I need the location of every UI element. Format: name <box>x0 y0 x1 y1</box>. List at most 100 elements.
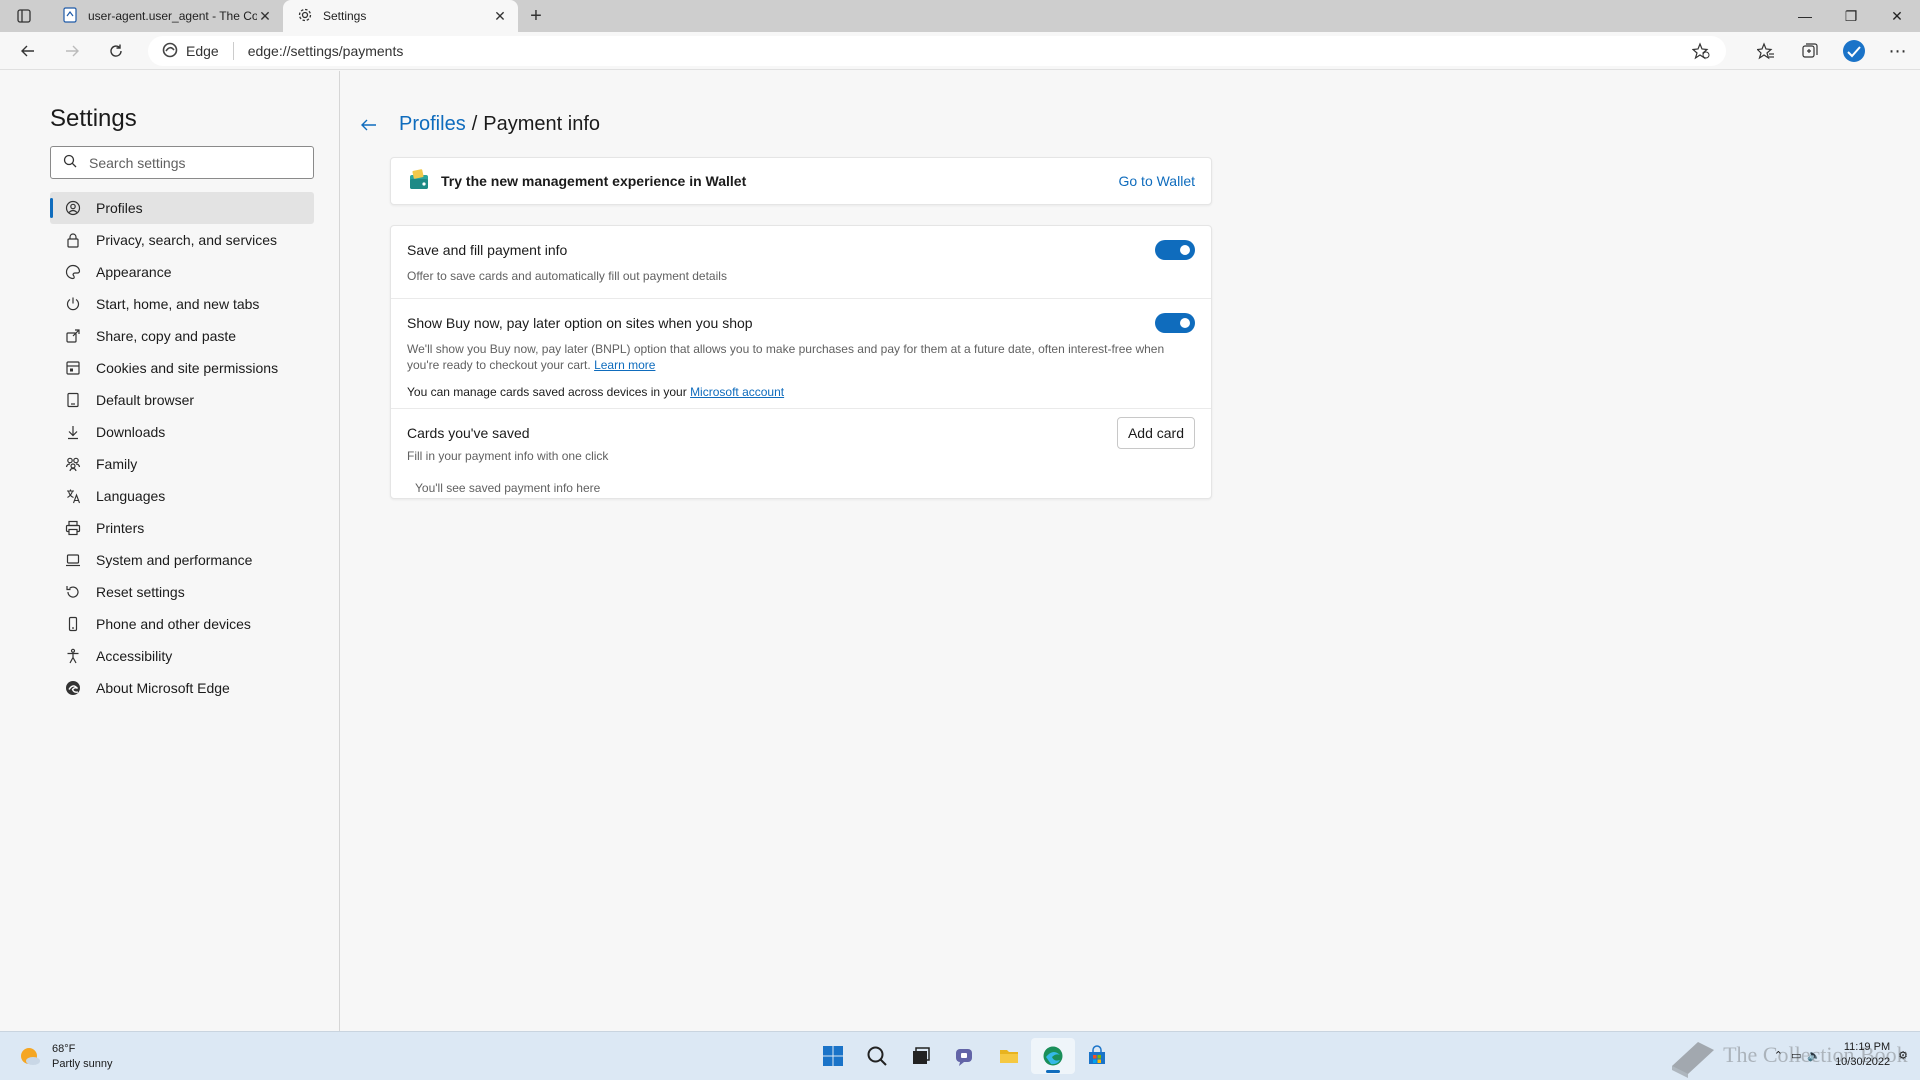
weather-widget[interactable]: 68°F Partly sunny <box>18 1042 113 1072</box>
save-fill-desc: Offer to save cards and automatically fi… <box>407 269 727 283</box>
store-icon[interactable] <box>1075 1038 1119 1074</box>
window-controls: — ❐ ✕ <box>1782 0 1920 32</box>
url-text[interactable]: edge://settings/payments <box>248 43 404 59</box>
tab-user-agent[interactable]: user-agent.user_agent - The Coll ✕ <box>48 0 283 32</box>
tab-title: user-agent.user_agent - The Coll <box>88 9 257 23</box>
add-card-button[interactable]: Add card <box>1116 417 1195 449</box>
taskbar-search-icon[interactable] <box>855 1038 899 1074</box>
refresh-icon[interactable] <box>94 32 138 70</box>
sidebar-item-label: Reset settings <box>96 584 185 600</box>
sidebar-item-label: Downloads <box>96 424 166 440</box>
new-tab-button[interactable]: + <box>518 0 554 32</box>
sidebar-item-profiles[interactable]: Profiles <box>50 192 314 224</box>
sidebar-item-accessibility[interactable]: Accessibility <box>50 640 314 672</box>
wallet-banner: Try the new management experience in Wal… <box>390 157 1212 205</box>
sidebar-item-cookies[interactable]: Cookies and site permissions <box>50 352 314 384</box>
sidebar-item-label: Privacy, search, and services <box>96 232 278 248</box>
network-icon[interactable]: ▭ <box>1791 1049 1801 1062</box>
notifications-icon[interactable]: ⚙ <box>1898 1049 1908 1062</box>
bnpl-desc-block: We'll show you Buy now, pay later (BNPL)… <box>407 341 1167 373</box>
close-tab-icon[interactable]: ✕ <box>257 8 273 24</box>
bnpl-desc: We'll show you Buy now, pay later (BNPL)… <box>407 342 1165 372</box>
edge-icon <box>64 679 82 697</box>
reset-icon <box>64 583 82 601</box>
sidebar-item-label: Share, copy and paste <box>96 328 237 344</box>
omnibox-divider <box>232 42 234 60</box>
sidebar-item-label: About Microsoft Edge <box>96 680 230 696</box>
tab-actions-menu-icon[interactable] <box>0 0 48 32</box>
settings-sidebar: Settings Profiles Privacy, search, and s… <box>0 71 340 1031</box>
breadcrumb-profiles-link[interactable]: Profiles <box>399 113 466 136</box>
sidebar-item-label: Cookies and site permissions <box>96 360 279 376</box>
go-to-wallet-link[interactable]: Go to Wallet <box>1118 173 1195 189</box>
more-options-icon[interactable]: ⋯ <box>1876 32 1920 70</box>
save-fill-title: Save and fill payment info <box>407 242 568 258</box>
cookie-icon <box>64 359 82 377</box>
sidebar-item-privacy[interactable]: Privacy, search, and services <box>50 224 314 256</box>
address-bar[interactable]: Edge edge://settings/payments <box>148 36 1726 66</box>
learn-more-link[interactable]: Learn more <box>594 358 655 372</box>
bnpl-row: Show Buy now, pay later option on sites … <box>391 299 1211 408</box>
accessibility-icon <box>64 647 82 665</box>
save-fill-row: Save and fill payment info Offer to save… <box>391 226 1211 298</box>
page-title: Payment info <box>483 113 600 135</box>
file-explorer-icon[interactable] <box>987 1038 1031 1074</box>
clock-time: 11:19 PM <box>1843 1041 1891 1053</box>
wallet-icon <box>407 168 431 195</box>
start-button[interactable] <box>811 1038 855 1074</box>
toolbar-actions: ⋯ <box>1744 32 1920 70</box>
teams-chat-icon[interactable] <box>943 1038 987 1074</box>
tab-settings[interactable]: Settings ✕ <box>283 0 518 32</box>
share-icon <box>64 327 82 345</box>
add-favorite-icon[interactable] <box>1691 42 1710 63</box>
back-icon[interactable] <box>6 32 50 70</box>
microsoft-account-link[interactable]: Microsoft account <box>690 385 784 399</box>
clock-date: 10/30/2022 <box>1835 1056 1891 1068</box>
taskbar-apps <box>811 1038 1119 1074</box>
forward-icon[interactable] <box>50 32 94 70</box>
sidebar-item-label: Printers <box>96 520 145 536</box>
search-icon <box>63 154 77 171</box>
chevron-up-icon[interactable]: ⌃ <box>1774 1049 1783 1062</box>
edge-icon <box>162 42 178 61</box>
edge-taskbar-icon[interactable] <box>1031 1038 1075 1074</box>
close-tab-icon[interactable]: ✕ <box>492 8 508 24</box>
sidebar-item-appearance[interactable]: Appearance <box>50 256 314 288</box>
sidebar-item-about[interactable]: About Microsoft Edge <box>50 672 314 704</box>
sidebar-item-phone[interactable]: Phone and other devices <box>50 608 314 640</box>
gear-icon <box>297 7 313 26</box>
sidebar-item-label: Family <box>96 456 138 472</box>
site-info[interactable]: Edge <box>162 42 219 61</box>
search-settings-box[interactable] <box>50 146 314 179</box>
back-arrow-icon[interactable] <box>359 117 389 133</box>
sidebar-item-downloads[interactable]: Downloads <box>50 416 314 448</box>
clock[interactable]: 11:19 PM 10/30/2022 <box>1835 1040 1890 1070</box>
sidebar-item-start-home[interactable]: Start, home, and new tabs <box>50 288 314 320</box>
search-input[interactable] <box>89 154 289 171</box>
sidebar-item-reset[interactable]: Reset settings <box>50 576 314 608</box>
minimize-icon[interactable]: — <box>1782 0 1828 32</box>
language-icon <box>64 487 82 505</box>
sidebar-item-languages[interactable]: Languages <box>50 480 314 512</box>
sidebar-item-default-browser[interactable]: Default browser <box>50 384 314 416</box>
cards-saved-desc: Fill in your payment info with one click <box>407 449 609 463</box>
task-view-icon[interactable] <box>899 1038 943 1074</box>
volume-icon[interactable]: 🔈 <box>1807 1049 1821 1062</box>
cards-saved-row: Cards you've saved Fill in your payment … <box>391 409 1211 499</box>
tab-title: Settings <box>323 9 367 23</box>
sidebar-item-family[interactable]: Family <box>50 448 314 480</box>
site-label: Edge <box>186 43 219 59</box>
bnpl-toggle[interactable] <box>1155 313 1195 333</box>
sidebar-item-system[interactable]: System and performance <box>50 544 314 576</box>
collections-icon[interactable] <box>1788 32 1832 70</box>
sidebar-item-printers[interactable]: Printers <box>50 512 314 544</box>
sidebar-item-label: Phone and other devices <box>96 616 251 632</box>
close-window-icon[interactable]: ✕ <box>1874 0 1920 32</box>
sidebar-item-label: Default browser <box>96 392 195 408</box>
save-fill-toggle[interactable] <box>1155 240 1195 260</box>
profile-avatar-icon[interactable] <box>1832 32 1876 70</box>
favorites-icon[interactable] <box>1744 32 1788 70</box>
restore-icon[interactable]: ❐ <box>1828 0 1874 32</box>
wallet-banner-text: Try the new management experience in Wal… <box>441 173 747 189</box>
sidebar-item-share[interactable]: Share, copy and paste <box>50 320 314 352</box>
